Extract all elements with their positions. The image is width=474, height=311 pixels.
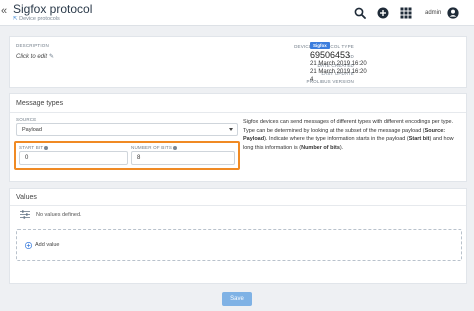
meta-id: ID 69506453 <box>10 50 468 60</box>
divider <box>10 112 466 113</box>
divider <box>10 205 466 206</box>
add-value-label[interactable]: Add value <box>35 242 59 248</box>
source-value: Payload <box>22 127 42 133</box>
start-bit-value: 0 <box>25 155 29 161</box>
number-of-bits-label-text: NUMBER OF BITS <box>131 145 173 150</box>
help-icon[interactable] <box>173 145 178 150</box>
start-bit-label-text: START BIT <box>19 145 44 150</box>
save-button[interactable]: Save <box>222 292 252 306</box>
version-label: PROLIBUS VERSION <box>306 79 354 84</box>
values-card: Values No values defined. Add value <box>9 188 467 284</box>
breadcrumb[interactable]: ⇱ Device protocols <box>13 16 60 23</box>
breadcrumb-icon: ⇱ <box>13 16 18 22</box>
empty-values-text: No values defined. <box>36 212 82 218</box>
user-avatar-icon[interactable] <box>447 7 459 19</box>
meta-last-update: LAST UPDATE 21 March 2019 16:20 <box>10 69 468 77</box>
plus-circle-icon <box>25 242 32 249</box>
message-types-card: Message types SOURCE Payload START BIT 0… <box>9 93 467 182</box>
chevron-down-icon <box>229 128 233 131</box>
plus-circle-icon[interactable] <box>377 7 389 19</box>
device-info-card: DESCRIPTION Click to edit✎ DEVICE PROTOC… <box>9 36 467 88</box>
page-title: Sigfox protocol <box>13 2 93 16</box>
meta-date-created: DATE CREATED 21 March 2019 16:20 <box>10 61 468 69</box>
search-icon[interactable] <box>354 7 366 19</box>
sliders-icon <box>20 210 30 219</box>
values-title: Values <box>16 194 37 201</box>
top-bar: « Sigfox protocol ⇱ Device protocols adm… <box>0 0 474 26</box>
protocol-type-badge: Sigfox <box>310 42 330 49</box>
source-select[interactable]: Payload <box>16 123 238 136</box>
version-value: 4 <box>310 77 314 83</box>
help-text: Sigfox devices can send messages of diff… <box>243 119 454 151</box>
start-bit-label: START BIT <box>19 145 49 150</box>
date-created-value: 21 March 2019 16:20 <box>310 61 367 67</box>
number-of-bits-value: 8 <box>137 155 141 161</box>
meta-protocol-type: DEVICE PROTOCOL TYPE Sigfox <box>10 42 468 50</box>
back-icon[interactable]: « <box>1 6 7 17</box>
breadcrumb-label: Device protocols <box>19 16 60 22</box>
meta-version: PROLIBUS VERSION 4 <box>10 77 468 85</box>
start-bit-input[interactable]: 0 <box>19 151 128 165</box>
help-icon[interactable] <box>44 145 49 150</box>
last-update-value: 21 March 2019 16:20 <box>310 69 367 75</box>
message-types-title: Message types <box>16 100 64 107</box>
number-of-bits-input[interactable]: 8 <box>131 151 235 165</box>
username-label[interactable]: admin <box>425 10 441 16</box>
id-value: 69506453 <box>310 50 351 60</box>
add-value-box[interactable]: Add value <box>16 229 462 261</box>
apps-grid-icon[interactable] <box>400 7 412 19</box>
number-of-bits-label: NUMBER OF BITS <box>131 145 178 150</box>
empty-values-row: No values defined. <box>16 207 462 223</box>
source-label: SOURCE <box>16 117 37 122</box>
